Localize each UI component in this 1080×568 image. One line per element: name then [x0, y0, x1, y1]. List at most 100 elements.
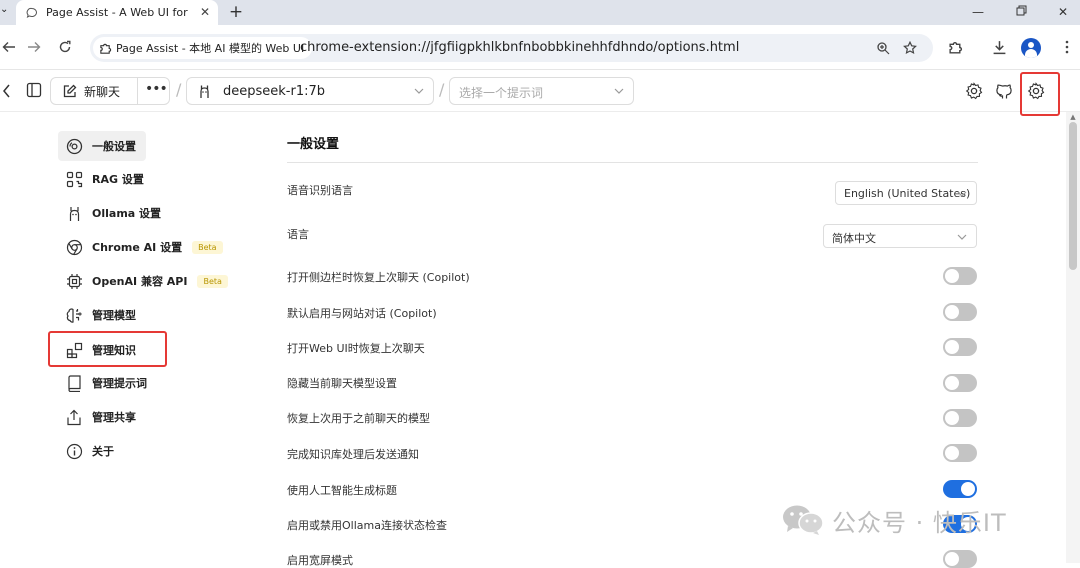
browser-tab-strip: ⌄ Page Assist - A Web UI for Lo ✕ + — ✕: [0, 0, 1080, 25]
prompt-select[interactable]: 选择一个提示词: [449, 77, 634, 105]
sidebar-item-label: 关于: [92, 445, 114, 458]
sidebar-item-label: RAG 设置: [92, 173, 144, 186]
sidebar-item-models[interactable]: 管理模型: [58, 300, 136, 330]
chevron-down-icon: [413, 85, 425, 97]
close-window-icon[interactable]: ✕: [1053, 3, 1073, 21]
toggle-label: 恢复上次用于之前聊天的模型: [287, 412, 430, 425]
sidebar-item-general[interactable]: 一般设置: [58, 131, 146, 161]
header-separator: /: [439, 80, 445, 99]
reload-icon[interactable]: [56, 38, 74, 56]
sidebar-item-label: Chrome AI 设置: [92, 241, 183, 254]
section-divider: [287, 162, 978, 163]
sidebar-toggle-icon[interactable]: [25, 81, 43, 99]
toggle-switch[interactable]: [943, 374, 977, 392]
sidebar-item-label: 管理模型: [92, 309, 136, 322]
zoom-icon[interactable]: [875, 40, 891, 56]
bookmark-star-icon[interactable]: [902, 40, 918, 56]
llama-icon: [65, 204, 83, 222]
toggle-switch[interactable]: [943, 267, 977, 285]
forward-icon[interactable]: [25, 38, 43, 56]
toggle-label: 打开Web UI时恢复上次聊天: [287, 342, 425, 355]
extension-puzzle-icon: [99, 42, 112, 55]
toggle-label: 使用人工智能生成标题: [287, 484, 397, 497]
back-icon[interactable]: [0, 38, 18, 56]
sidebar-item-label: OpenAI 兼容 API: [92, 275, 188, 288]
address-bar[interactable]: Page Assist - 本地 AI 模型的 Web UI chrome-ex…: [90, 34, 933, 62]
llama-icon: [195, 82, 213, 100]
tab-search-chevron-icon[interactable]: ⌄: [0, 3, 8, 17]
settings-circle-icon: [65, 137, 83, 155]
scroll-thumb[interactable]: [1069, 122, 1077, 270]
sidebar-item-chrome-ai[interactable]: Chrome AI 设置 Beta: [58, 232, 223, 262]
language-value: 简体中文: [832, 232, 876, 245]
more-options-icon[interactable]: •••: [145, 82, 168, 100]
toggle-label: 隐藏当前聊天模型设置: [287, 377, 397, 390]
beta-badge: Beta: [192, 240, 223, 254]
tab-title: Page Assist - A Web UI for Lo: [46, 6, 192, 19]
scroll-up-arrow-icon[interactable]: ▲: [1069, 113, 1077, 121]
toggle-label: 打开侧边栏时恢复上次聊天 (Copilot): [287, 271, 470, 284]
toggle-switch[interactable]: [943, 550, 977, 568]
restore-icon[interactable]: [1011, 3, 1031, 21]
site-info-chip[interactable]: Page Assist - 本地 AI 模型的 Web UI: [93, 37, 313, 59]
beta-badge: Beta: [197, 274, 228, 288]
toggle-switch[interactable]: [943, 480, 977, 498]
sidebar-item-label: 管理提示词: [92, 377, 147, 390]
chevron-down-icon: [613, 85, 625, 97]
speech-language-label: 语音识别语言: [287, 184, 353, 197]
new-tab-icon[interactable]: +: [226, 2, 246, 22]
url-text[interactable]: chrome-extension://jfgfiigpkhlkbnfnbobbk…: [300, 40, 739, 55]
browser-tab[interactable]: Page Assist - A Web UI for Lo ✕: [16, 0, 218, 25]
model-name: deepseek-r1:7b: [223, 83, 326, 99]
share-icon: [65, 408, 83, 426]
language-label: 语言: [287, 228, 309, 241]
minimize-icon[interactable]: —: [968, 3, 988, 21]
chat-bubble-icon: [26, 7, 38, 19]
collapse-chevron-icon[interactable]: [0, 82, 12, 100]
watermark-text: 公众号 · 快乐IT: [832, 508, 1007, 537]
app-header: 新聊天 ••• / deepseek-r1:7b / 选择一个提示词: [0, 70, 1080, 116]
toggle-switch[interactable]: [943, 444, 977, 462]
toggle-switch[interactable]: [943, 409, 977, 427]
model-select[interactable]: deepseek-r1:7b: [186, 77, 434, 105]
sidebar-item-prompts[interactable]: 管理提示词: [58, 368, 147, 398]
knowledge-highlight-box: [48, 331, 167, 367]
info-icon: [65, 442, 83, 460]
speech-language-value: English (United States): [844, 187, 971, 200]
sidebar-item-about[interactable]: 关于: [58, 436, 114, 466]
sidebar-item-rag[interactable]: RAG 设置: [58, 164, 144, 194]
extensions-icon[interactable]: [946, 38, 964, 56]
toggle-switch[interactable]: [943, 338, 977, 356]
scan-icon: [65, 170, 83, 188]
menu-kebab-icon[interactable]: [1058, 38, 1076, 56]
chevron-down-icon: [956, 231, 968, 243]
sidebar-item-label: 管理共享: [92, 411, 136, 424]
github-icon[interactable]: [994, 81, 1014, 101]
settings-highlight-box: [1020, 72, 1060, 116]
edit-icon: [60, 82, 78, 100]
new-chat-button[interactable]: 新聊天 •••: [50, 77, 170, 105]
page-scrollbar[interactable]: ▲: [1066, 112, 1080, 563]
download-icon[interactable]: [990, 38, 1008, 56]
sidebar-item-sharing[interactable]: 管理共享: [58, 402, 136, 432]
speech-language-select[interactable]: English (United States): [835, 181, 977, 205]
header-separator: /: [176, 80, 182, 99]
section-title: 一般设置: [287, 137, 340, 152]
cpu-icon: [65, 272, 83, 290]
profile-avatar[interactable]: [1021, 38, 1041, 58]
sidebar-item-label: Ollama 设置: [92, 207, 162, 220]
toggle-switch[interactable]: [943, 303, 977, 321]
toggle-label: 默认启用与网站对话 (Copilot): [287, 307, 437, 320]
brain-icon: [65, 306, 83, 324]
toggle-label: 启用或禁用Ollama连接状态检查: [287, 519, 447, 532]
sidebar-item-openai-api[interactable]: OpenAI 兼容 API Beta: [58, 266, 228, 296]
prompt-placeholder: 选择一个提示词: [459, 86, 544, 100]
wechat-logo-icon: [782, 504, 824, 536]
sidebar-item-label: 一般设置: [92, 140, 136, 153]
ollama-settings-icon[interactable]: [964, 81, 984, 101]
language-select[interactable]: 简体中文: [823, 224, 977, 248]
tab-close-icon[interactable]: ✕: [198, 5, 212, 19]
sidebar-item-ollama[interactable]: Ollama 设置: [58, 198, 161, 228]
book-icon: [65, 374, 83, 392]
wechat-watermark: 公众号 · 快乐IT: [782, 503, 1007, 537]
